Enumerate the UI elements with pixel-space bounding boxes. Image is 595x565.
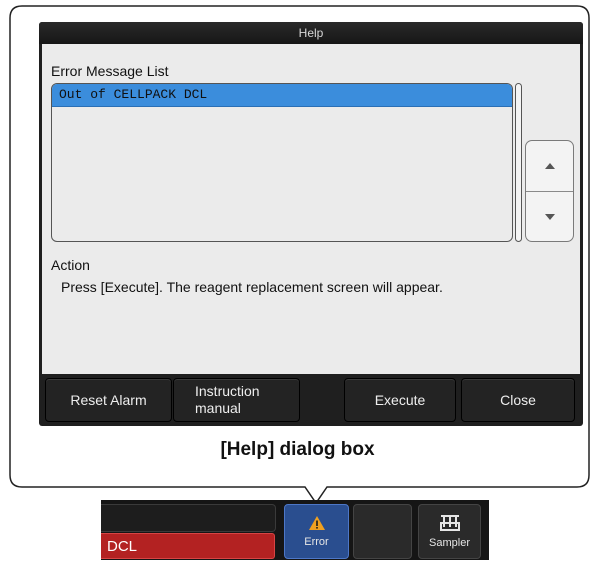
reset-alarm-button[interactable]: Reset Alarm — [45, 378, 172, 422]
error-button[interactable]: Error — [284, 504, 349, 559]
close-label: Close — [500, 392, 536, 408]
error-button-label: Error — [304, 536, 329, 548]
scroll-up-button[interactable] — [526, 141, 573, 191]
reset-alarm-label: Reset Alarm — [70, 392, 147, 408]
instruction-manual-button[interactable]: Instruction manual — [173, 378, 300, 422]
empty-status-button[interactable] — [353, 504, 412, 559]
status-bar: DCL Error Sampler — [101, 500, 489, 560]
execute-button[interactable]: Execute — [344, 378, 456, 422]
instruction-label-line2: manual — [195, 400, 241, 416]
dialog-title: Help — [39, 22, 583, 44]
alarm-message-field: DCL — [101, 533, 275, 559]
dialog-body: Error Message List Out of CELLPACK DCL A… — [42, 44, 580, 374]
dialog-button-row: Reset Alarm Instruction manual Execute C… — [39, 374, 583, 426]
execute-label: Execute — [374, 392, 426, 408]
scroll-buttons — [525, 140, 574, 242]
close-button[interactable]: Close — [461, 378, 575, 422]
chevron-up-icon — [544, 163, 555, 169]
sampler-button-label: Sampler — [429, 537, 470, 549]
status-field — [101, 504, 276, 532]
error-list-label: Error Message List — [51, 63, 169, 79]
chevron-down-icon — [544, 214, 555, 220]
figure-caption: [Help] dialog box — [220, 439, 375, 460]
action-label: Action — [51, 257, 90, 273]
action-text: Press [Execute]. The reagent replacement… — [61, 279, 443, 295]
help-dialog: Help Error Message List Out of CELLPACK … — [39, 22, 583, 426]
error-message-list[interactable]: Out of CELLPACK DCL — [51, 83, 513, 242]
scroll-down-button[interactable] — [526, 191, 573, 241]
sampler-button[interactable]: Sampler — [418, 504, 481, 559]
error-message-item[interactable]: Out of CELLPACK DCL — [52, 84, 512, 107]
sampler-rack-icon — [439, 515, 460, 531]
instruction-label-line1: Instruction — [195, 383, 260, 399]
list-scrollbar[interactable] — [515, 83, 522, 242]
warning-icon — [308, 516, 325, 530]
